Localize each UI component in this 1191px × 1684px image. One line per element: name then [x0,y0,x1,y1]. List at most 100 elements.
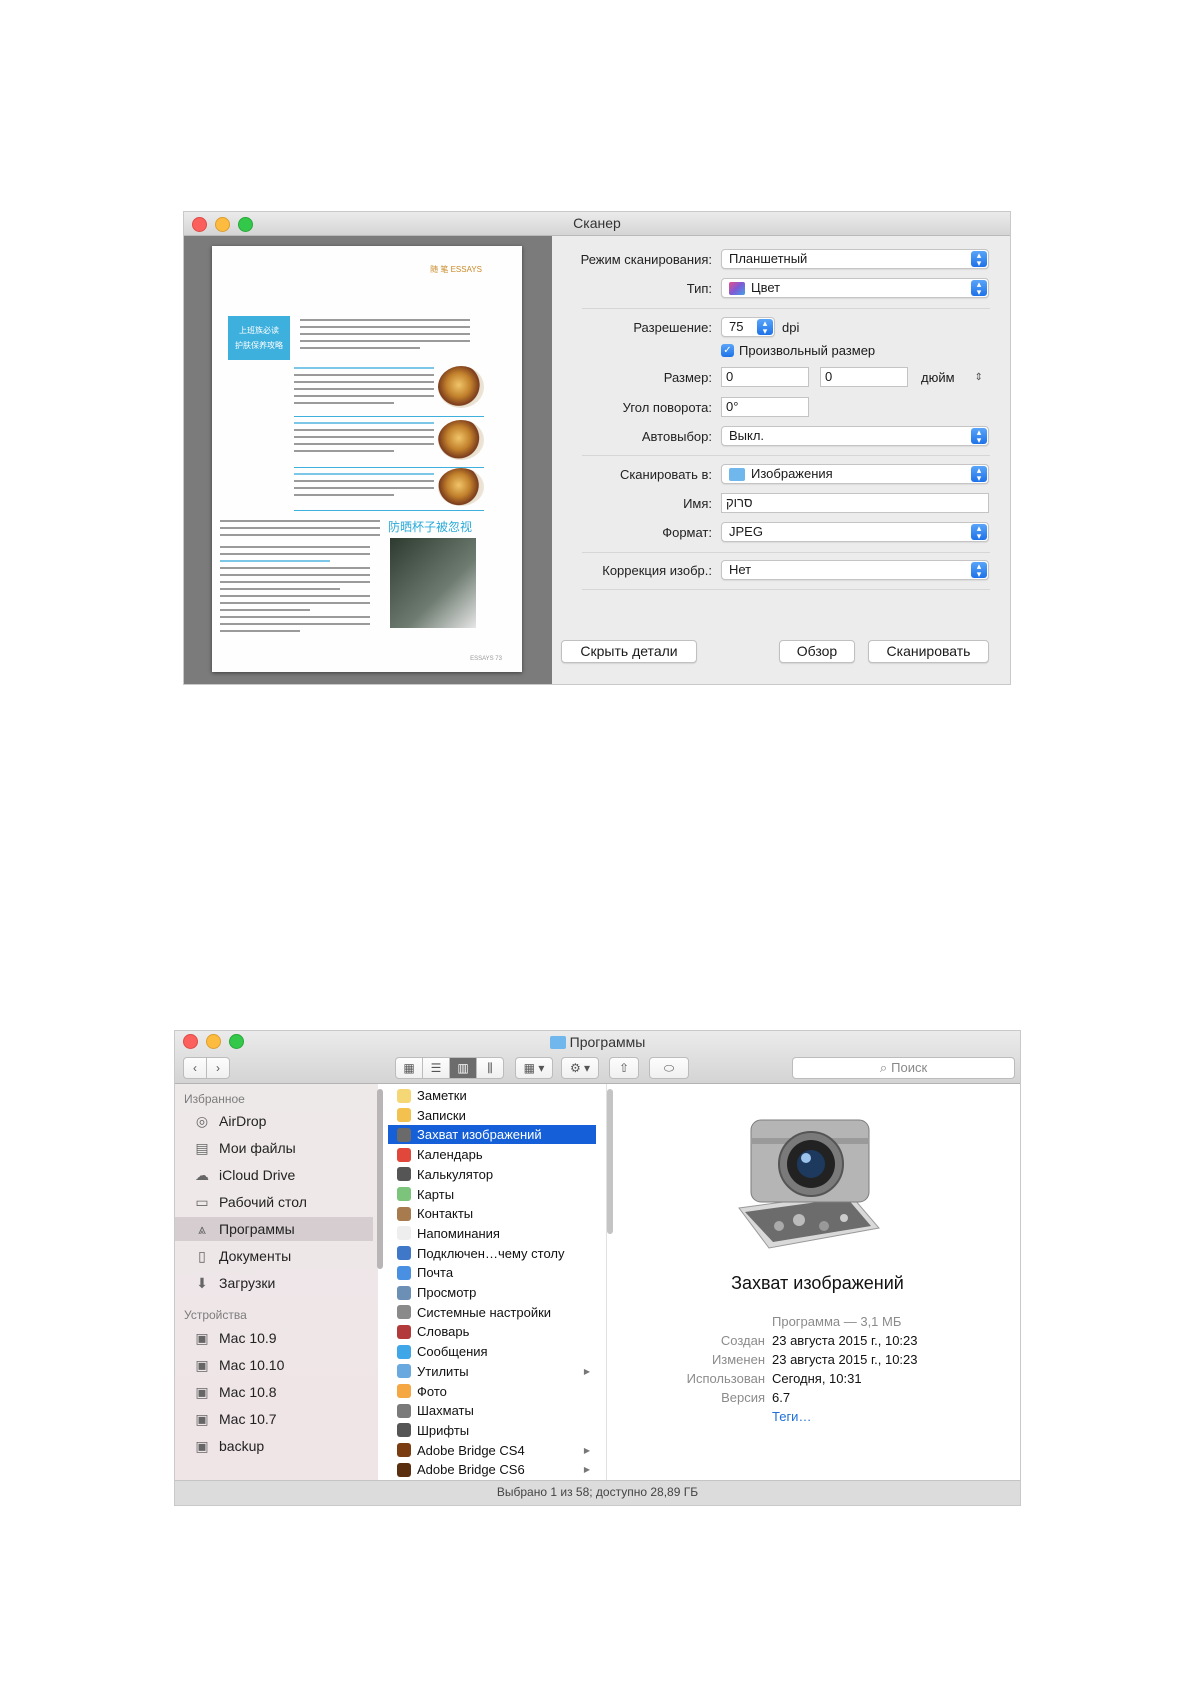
sidebar-item-disk[interactable]: ▣ Mac 10.7 [175,1407,373,1431]
hide-details-button[interactable]: Скрыть детали [561,640,697,663]
app-list-item[interactable]: Системные настройки [388,1303,596,1322]
app-list-item-label: Напоминания [417,1225,500,1241]
cover-flow-button[interactable]: ⫼ [476,1057,504,1079]
sidebar-item-documents[interactable]: ▯ Документы [175,1244,373,1268]
arrange-button[interactable]: ▦ ▾ [515,1057,553,1079]
forward-button[interactable]: › [206,1057,230,1079]
minimize-button[interactable] [215,217,230,232]
app-list-item-label: Шахматы [417,1403,474,1419]
action-button[interactable]: ⚙ ▾ [561,1057,599,1079]
app-list-item[interactable]: Просмотр [388,1283,596,1302]
app-icon [397,1167,411,1182]
app-list-item[interactable]: Сообщения [388,1342,596,1361]
size-unit-popup[interactable]: дюйм ⇕ [921,370,983,385]
correction-popup[interactable]: Нет ▴ ▾ [721,560,989,580]
app-list-item[interactable]: Шахматы [388,1401,596,1420]
size-height-field[interactable]: 0 [820,367,908,387]
app-list-item[interactable]: Подключен…чему столу [388,1244,596,1263]
browse-button[interactable]: Обзор [779,640,855,663]
size-width-field[interactable]: 0 [721,367,809,387]
image-capture-app-icon [738,1119,880,1249]
app-icon [397,1344,411,1359]
sidebar-item-disk[interactable]: ▣ Mac 10.8 [175,1380,373,1404]
applications-icon: ⩓ [198,1220,206,1237]
app-list-item-label: Заметки [417,1088,467,1103]
search-field[interactable]: ⌕ Поиск [792,1057,1015,1079]
chevron-right-icon: › [216,1061,220,1075]
app-list-item[interactable]: Шрифты [388,1421,596,1440]
scan-mode-popup[interactable]: Планшетный ▴ ▾ [721,249,989,269]
app-list-item-label: Словарь [417,1324,470,1340]
rotation-field[interactable]: 0° [721,397,809,417]
sidebar-item-label: AirDrop [219,1113,267,1129]
app-list-item[interactable]: Карты [388,1185,596,1204]
sidebar-heading-devices: Устройства [184,1308,247,1322]
sidebar-heading-favorites: Избранное [184,1092,245,1106]
scan-button[interactable]: Сканировать [868,640,989,663]
column-scrollbar[interactable] [607,1089,613,1234]
sidebar-item-downloads[interactable]: ⬇ Загрузки [175,1271,373,1295]
app-list-item-label: Adobe Bridge CS6 [417,1462,525,1478]
preview-app-name: Захват изображений [731,1273,904,1293]
preview-created: Создан 23 августа 2015 г., 10:23 [615,1333,1015,1353]
tags-button[interactable]: ⬭ [649,1057,689,1079]
icon-view-button[interactable]: ▦ [395,1057,423,1079]
format-popup[interactable]: JPEG ▴ ▾ [721,522,989,542]
sidebar-item-applications[interactable]: ⩓ Программы [175,1217,373,1241]
name-field[interactable]: סרוק [721,493,989,513]
app-icon [397,1364,411,1379]
sidebar-item-all-files[interactable]: ▤ Мои файлы [175,1136,373,1160]
sidebar-item-disk[interactable]: ▣ Mac 10.10 [175,1353,373,1377]
close-button[interactable] [192,217,207,232]
app-list-item[interactable]: Заметки [388,1086,596,1105]
app-list-item[interactable]: Словарь [388,1322,596,1341]
app-list-item[interactable]: Календарь [388,1145,596,1164]
back-button[interactable]: ‹ [183,1057,207,1079]
zoom-button[interactable] [238,217,253,232]
app-list-item[interactable]: Захват изображений [388,1125,596,1145]
scan-to-popup[interactable]: Изображения ▴ ▾ [721,464,989,484]
sidebar-scrollbar[interactable] [377,1089,383,1269]
resolution-unit: dpi [782,320,800,335]
disclosure-arrow-icon: ▶ [583,1366,590,1376]
list-icon: ☰ [430,1061,442,1075]
type-popup[interactable]: Цвет ▴ ▾ [721,278,989,298]
tags-link[interactable]: Теги… [772,1409,811,1424]
app-list-item[interactable]: Калькулятор [388,1165,596,1184]
column-view-button[interactable]: ▥ [449,1057,477,1079]
scan-preview-area[interactable]: 随 笔 ESSAYS 上班族必读 护肤保养攻略 防晒杯子被忽视 ESSAYS 7… [184,236,552,684]
app-icon [397,1127,411,1142]
downloads-icon: ⬇ [196,1274,208,1291]
app-list-item[interactable]: Записки [388,1106,596,1125]
tag-icon: ⬭ [663,1061,675,1075]
sidebar-item-icloud-drive[interactable]: ☁ iCloud Drive [175,1163,373,1187]
app-list-item[interactable]: Adobe Bridge CS4 ▶ [388,1441,596,1460]
sidebar-item-airdrop[interactable]: ◎ AirDrop [175,1109,373,1133]
app-list-item[interactable]: Утилиты ▶ [388,1362,596,1381]
sidebar-item-label: Документы [219,1248,292,1264]
sidebar-item-desktop[interactable]: ▭ Рабочий стол [175,1190,373,1214]
list-view-button[interactable]: ☰ [422,1057,450,1079]
share-button[interactable]: ⇧ [609,1057,639,1079]
app-list-item-label: Записки [417,1107,466,1123]
autoselect-popup[interactable]: Выкл. ▴ ▾ [721,426,989,446]
app-list-item[interactable]: Adobe Bridge CS6 ▶ [388,1460,596,1479]
app-icon [397,1384,411,1398]
app-list-item-label: Сообщения [417,1344,488,1360]
app-list-item[interactable]: Контакты [388,1204,596,1223]
app-list-item[interactable]: Фото [388,1382,596,1401]
sidebar-item-disk[interactable]: ▣ backup [175,1434,373,1458]
grid-icon: ▦ [403,1061,415,1075]
resolution-popup[interactable]: 75 ▴ ▾ [721,317,775,337]
modified-value: 23 августа 2015 г., 10:23 [772,1352,918,1367]
page-footer: ESSAYS 73 [470,656,502,662]
app-list-item[interactable]: Напоминания [388,1224,596,1243]
app-list-item-label: Контакты [417,1206,474,1222]
window-title: Сканер [573,215,621,231]
custom-size-checkbox[interactable]: ✓ Произвольный размер [721,343,875,358]
search-icon: ⌕ [879,1060,888,1075]
sidebar-item-disk[interactable]: ▣ Mac 10.9 [175,1326,373,1350]
app-list-item[interactable]: Почта [388,1263,596,1282]
separator [582,589,990,590]
app-icon [397,1147,411,1162]
